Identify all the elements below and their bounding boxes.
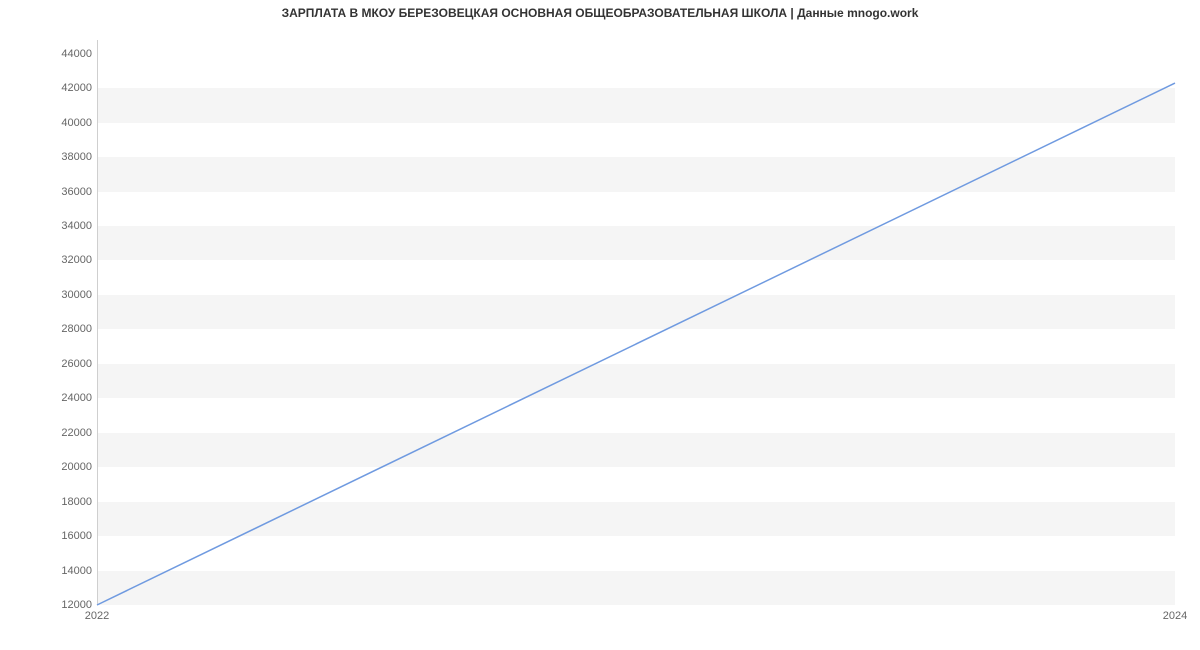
x-tick-label: 2022 [85, 610, 109, 622]
y-tick-label: 44000 [42, 48, 92, 60]
y-tick-label: 42000 [42, 82, 92, 94]
y-tick-label: 20000 [42, 461, 92, 473]
y-tick-label: 34000 [42, 220, 92, 232]
y-tick-label: 40000 [42, 117, 92, 129]
y-tick-label: 22000 [42, 427, 92, 439]
y-tick-label: 30000 [42, 289, 92, 301]
y-tick-label: 38000 [42, 151, 92, 163]
data-line [97, 83, 1175, 605]
y-tick-label: 36000 [42, 186, 92, 198]
chart-container: ЗАРПЛАТА В МКОУ БЕРЕЗОВЕЦКАЯ ОСНОВНАЯ ОБ… [0, 0, 1200, 650]
y-tick-label: 16000 [42, 530, 92, 542]
y-tick-label: 28000 [42, 323, 92, 335]
y-tick-label: 32000 [42, 254, 92, 266]
y-tick-label: 18000 [42, 496, 92, 508]
x-tick-label: 2024 [1163, 610, 1187, 622]
chart-title: ЗАРПЛАТА В МКОУ БЕРЕЗОВЕЦКАЯ ОСНОВНАЯ ОБ… [0, 6, 1200, 20]
y-tick-label: 26000 [42, 358, 92, 370]
y-tick-label: 14000 [42, 565, 92, 577]
y-tick-label: 24000 [42, 392, 92, 404]
line-layer [97, 40, 1175, 605]
